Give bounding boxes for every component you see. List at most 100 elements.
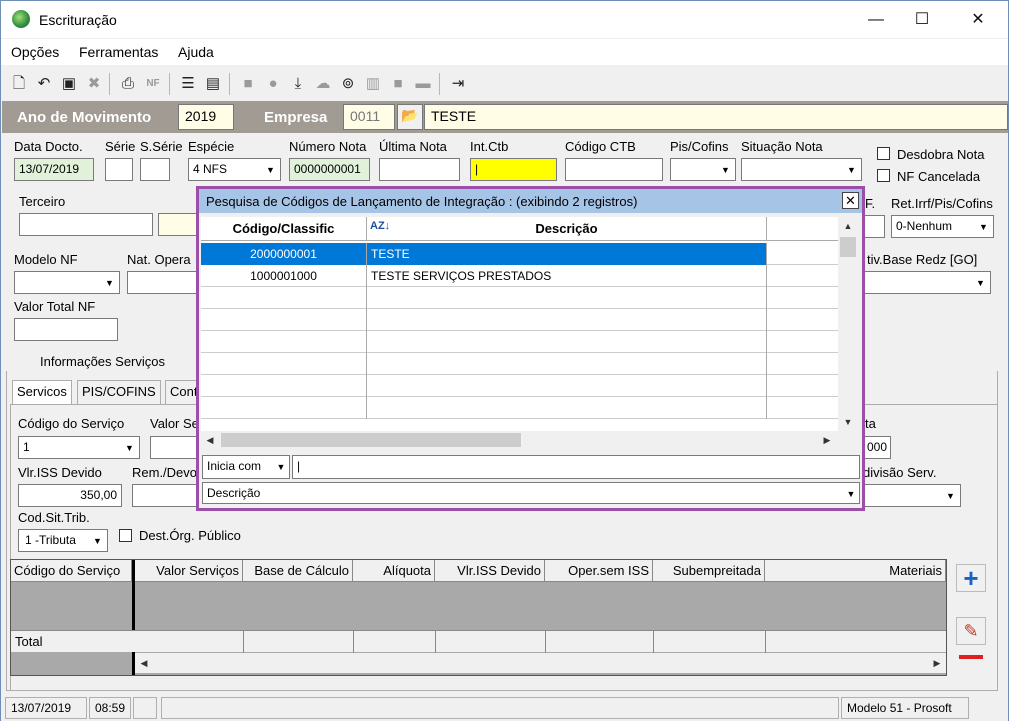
vlr-iss-input[interactable]: 350,00 (18, 484, 122, 507)
open-folder-icon[interactable]: 📂 (397, 104, 423, 130)
col-codigo-classific[interactable]: Código/Classific (201, 217, 367, 241)
grid-hscrollbar[interactable]: ◀ ▶ (135, 653, 946, 673)
maximize-button[interactable]: ☐ (899, 5, 945, 35)
minimize-button[interactable]: — (853, 5, 899, 35)
new-icon[interactable]: 🗋 (8, 73, 30, 95)
dialog-row[interactable]: 2000000001 TESTE (201, 243, 838, 265)
scroll-thumb[interactable] (221, 433, 521, 447)
codigo-ctb-input[interactable] (565, 158, 663, 181)
ativ-base-select[interactable]: ▼ (863, 271, 991, 294)
col-vlr-iss[interactable]: Vlr.ISS Devido (435, 560, 545, 582)
app-window: Escrituração — ☐ ✕ Opções Ferramentas Aj… (0, 0, 1009, 721)
terceiro-name-input[interactable] (158, 213, 198, 236)
nfe-icon[interactable]: NF (142, 73, 164, 95)
ultima-nota-input[interactable] (379, 158, 460, 181)
remove-icon[interactable] (959, 655, 983, 659)
empresa-code-input[interactable]: 0011 (343, 104, 395, 130)
empresa-label: Empresa (264, 109, 328, 126)
ta-input[interactable]: 000 (863, 436, 891, 459)
filter-field-select[interactable]: Descrição ▼ (202, 482, 860, 504)
dialog-close-icon[interactable]: ✕ (842, 192, 859, 209)
numero-nota-input[interactable]: 0000000001 (289, 158, 370, 181)
empty-row (201, 375, 838, 397)
empty-row (201, 353, 838, 375)
dialog-vscrollbar[interactable]: ▲ ▼ (838, 217, 858, 431)
scroll-down-icon[interactable]: ▼ (839, 413, 857, 431)
ret-irrf-select[interactable]: 0-Nenhum ▼ (891, 215, 994, 238)
tab-servicos[interactable]: Servicos (12, 380, 72, 404)
nat-opera-input[interactable] (127, 271, 199, 294)
scroll-left-icon[interactable]: ◀ (135, 654, 153, 672)
menu-opcoes[interactable]: Opções (11, 44, 59, 60)
sserie-input[interactable] (140, 158, 170, 181)
apple-icon[interactable]: ● (262, 73, 284, 95)
data-docto-input[interactable]: 13/07/2019 (14, 158, 94, 181)
services-grid[interactable]: Código do Serviço Valor Serviços Base de… (10, 559, 947, 676)
chevron-down-icon: ▼ (274, 457, 288, 476)
save-icon[interactable]: ▣ (58, 73, 80, 95)
uf-input[interactable] (863, 215, 885, 238)
valor-se-label: Valor Se (150, 416, 199, 431)
scroll-thumb[interactable] (840, 237, 856, 257)
serie-input[interactable] (105, 158, 133, 181)
col-oper-sem-iss[interactable]: Oper.sem ISS (545, 560, 653, 582)
scroll-up-icon[interactable]: ▲ (839, 217, 857, 235)
ano-input[interactable]: 2019 (178, 104, 234, 130)
col-descricao[interactable]: AZ↓ Descrição (367, 217, 767, 241)
scroll-left-icon[interactable]: ◀ (201, 431, 219, 449)
add-icon[interactable]: + (956, 564, 986, 592)
filter-text-input[interactable]: | (292, 455, 860, 479)
import-icon[interactable]: ⤓ (287, 73, 309, 95)
menu-ferramentas[interactable]: Ferramentas (79, 44, 158, 60)
cloud-icon[interactable]: ☁ (312, 73, 334, 95)
col-valor-servicos[interactable]: Valor Serviços (135, 560, 243, 582)
codigo-servico-select[interactable]: 1 ▼ (18, 436, 140, 459)
barcode-icon[interactable]: ▥ (362, 73, 384, 95)
preview-icon[interactable]: ⎙ (117, 73, 139, 95)
divisao-select[interactable]: ▼ (863, 484, 961, 507)
undo-icon[interactable]: ↶ (33, 73, 55, 95)
nf-cancelada-checkbox[interactable] (877, 169, 890, 182)
close-button[interactable]: ✕ (955, 5, 1001, 35)
valor-total-input[interactable] (14, 318, 118, 341)
tree-icon[interactable]: ☰ (177, 73, 199, 95)
calc-icon[interactable]: ▤ (202, 73, 224, 95)
edit-icon[interactable]: ✎ (956, 617, 986, 645)
col-codigo-servico[interactable]: Código do Serviço (11, 560, 132, 582)
empresa-name: TESTE (424, 104, 1008, 130)
col-aliquota[interactable]: Alíquota (353, 560, 435, 582)
folder-icon[interactable]: ■ (237, 73, 259, 95)
int-ctb-input[interactable]: | (470, 158, 557, 181)
terceiro-code-input[interactable] (19, 213, 153, 236)
dialog-row[interactable]: 1000001000 TESTE SERVIÇOS PRESTADOS (201, 265, 838, 287)
scroll-right-icon[interactable]: ▶ (928, 654, 946, 672)
sort-az-icon[interactable]: AZ↓ (370, 220, 390, 232)
dialog-hscrollbar[interactable]: ◀ ▶ (201, 431, 838, 449)
dialog-grid[interactable]: Código/Classific AZ↓ Descrição 200000000… (201, 217, 838, 431)
scroll-right-icon[interactable]: ▶ (818, 431, 836, 449)
menu-ajuda[interactable]: Ajuda (178, 44, 214, 60)
dest-orgao-checkbox[interactable] (119, 529, 132, 542)
tab-pis-cofins[interactable]: PIS/COFINS (77, 380, 161, 404)
filter-mode-select[interactable]: Inicia com ▼ (202, 455, 290, 479)
cod-sit-trib-label: Cod.Sit.Trib. (18, 510, 90, 525)
situacao-nota-select[interactable]: ▼ (741, 158, 862, 181)
col-materiais[interactable]: Materiais (765, 560, 946, 582)
bar-icon[interactable]: ▬ (412, 73, 434, 95)
especie-select[interactable]: 4 NFS ▼ (188, 158, 281, 181)
tab-cont[interactable]: Cont (165, 380, 197, 404)
pis-cofins-select[interactable]: ▼ (670, 158, 736, 181)
col-base-calculo[interactable]: Base de Cálculo (243, 560, 353, 582)
cib-icon[interactable]: ⊚ (337, 73, 359, 95)
exit-icon[interactable]: ⇥ (447, 73, 469, 95)
status-time: 08:59 (89, 697, 131, 719)
valor-servicos-input[interactable] (150, 436, 198, 459)
desdobra-checkbox[interactable] (877, 147, 890, 160)
rem-dev-input[interactable] (132, 484, 198, 507)
col-subempreitada[interactable]: Subempreitada (653, 560, 765, 582)
gray-icon[interactable]: ■ (387, 73, 409, 95)
cod-sit-trib-select[interactable]: 1 -Tributa ▼ (18, 529, 108, 552)
delete-icon[interactable]: ✖ (83, 73, 105, 95)
modelo-nf-select[interactable]: ▼ (14, 271, 120, 294)
toolbar-separator (229, 73, 230, 95)
